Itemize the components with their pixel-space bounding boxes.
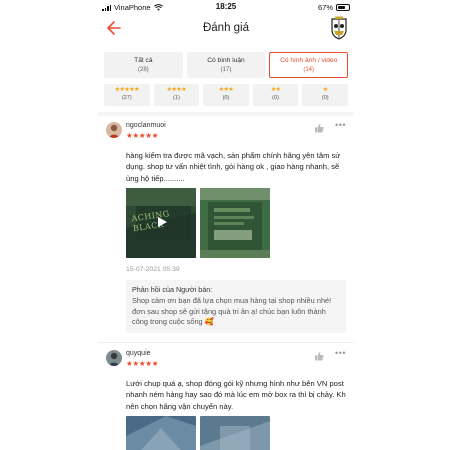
shop-logo-icon[interactable] <box>330 16 348 40</box>
page-title: Đánh giá <box>202 22 250 34</box>
rating-stars: ★★★★★ <box>126 359 159 368</box>
star-filter-count: (0) <box>321 94 329 101</box>
star-icons: ★★★ <box>218 87 234 93</box>
review-text: Lưới chụp quá ạ, shop đóng gói kỹ nhưng … <box>126 379 346 411</box>
filter-1-star[interactable]: ★ (0) <box>302 84 348 106</box>
filter-with-media-count: (14) <box>303 66 315 73</box>
review-item: quyquie ★★★★★ ••• Lưới chụp quá ạ, shop … <box>98 344 354 450</box>
play-icon[interactable] <box>156 216 168 228</box>
review-item: ngoclanmuoi ★★★★★ ••• hàng kiểm tra được… <box>98 116 354 344</box>
avatar[interactable] <box>106 350 122 366</box>
star-icons: ★★ <box>270 87 281 93</box>
rating-stars: ★★★★★ <box>126 131 159 140</box>
filter-2-stars[interactable]: ★★ (0) <box>252 84 299 106</box>
filter-all[interactable]: Tất cả (28) <box>104 52 183 78</box>
review-image-thumbnail[interactable] <box>200 188 270 258</box>
review-image-thumbnail[interactable] <box>126 416 196 450</box>
top-app-bar: Đánh giá <box>98 14 354 44</box>
battery-percent: 67% <box>317 3 333 12</box>
star-filter-count: (0) <box>222 94 230 101</box>
filter-5-stars[interactable]: ★★★★★ (27) <box>104 84 150 106</box>
reviewer-name[interactable]: ngoclanmuoi <box>126 122 166 129</box>
star-filter-count: (27) <box>121 94 132 101</box>
more-options-icon[interactable]: ••• <box>335 120 346 130</box>
seller-reply: Phản hồi của Người bán: Shop cảm ơn bạn … <box>126 280 346 334</box>
filter-all-label: Tất cả <box>134 57 153 64</box>
filter-all-count: (28) <box>138 66 149 73</box>
status-bar: VinaPhone 18:25 67% <box>98 0 354 14</box>
battery-icon <box>336 4 350 11</box>
seller-reply-label: Phản hồi của Người bán: <box>132 285 213 294</box>
review-date: 15-07-2021 05:39 <box>126 266 180 273</box>
star-icons: ★★★★★ <box>114 87 140 93</box>
star-filter-count: (0) <box>272 94 279 101</box>
review-divider <box>98 342 354 343</box>
more-options-icon[interactable]: ••• <box>335 348 346 358</box>
review-video-thumbnail[interactable]: ACHING BLACK <box>126 188 196 258</box>
star-filter-count: (1) <box>172 94 180 101</box>
review-text: hàng kiểm tra được mã vạch, sản phẩm chí… <box>126 151 341 183</box>
filter-with-comment-count: (17) <box>220 66 232 73</box>
review-filter-tabs: Tất cả (28) Có bình luận (17) Có hình ản… <box>104 52 349 78</box>
review-image-thumbnail[interactable] <box>200 416 270 450</box>
filter-4-stars[interactable]: ★★★★ (1) <box>153 84 200 106</box>
filter-with-comment[interactable]: Có bình luận (17) <box>186 52 266 78</box>
reviewer-name[interactable]: quyquie <box>126 350 151 357</box>
seller-reply-text: Shop cảm ơn bạn đã lựa chọn mua hàng tại… <box>132 296 332 327</box>
battery-indicator: 67% <box>318 3 350 12</box>
star-filter-row: ★★★★★ (27) ★★★★ (1) ★★★ (0) ★★ (0) ★ (0) <box>104 84 348 106</box>
filter-with-media-label: Có hình ảnh / video <box>280 57 338 64</box>
filter-3-stars[interactable]: ★★★ (0) <box>203 84 249 106</box>
filter-with-comment-label: Có bình luận <box>207 57 245 64</box>
star-icons: ★★★★ <box>166 87 187 93</box>
star-icons: ★ <box>322 87 328 93</box>
thumbs-up-icon[interactable] <box>314 123 324 133</box>
clock: 18:25 <box>215 2 237 11</box>
app-screen: VinaPhone 18:25 67% Đánh giá Tất cả (28)… <box>98 0 354 450</box>
filter-with-media[interactable]: Có hình ảnh / video (14) <box>269 52 349 78</box>
avatar[interactable] <box>106 122 122 138</box>
thumbs-up-icon[interactable] <box>314 351 324 361</box>
